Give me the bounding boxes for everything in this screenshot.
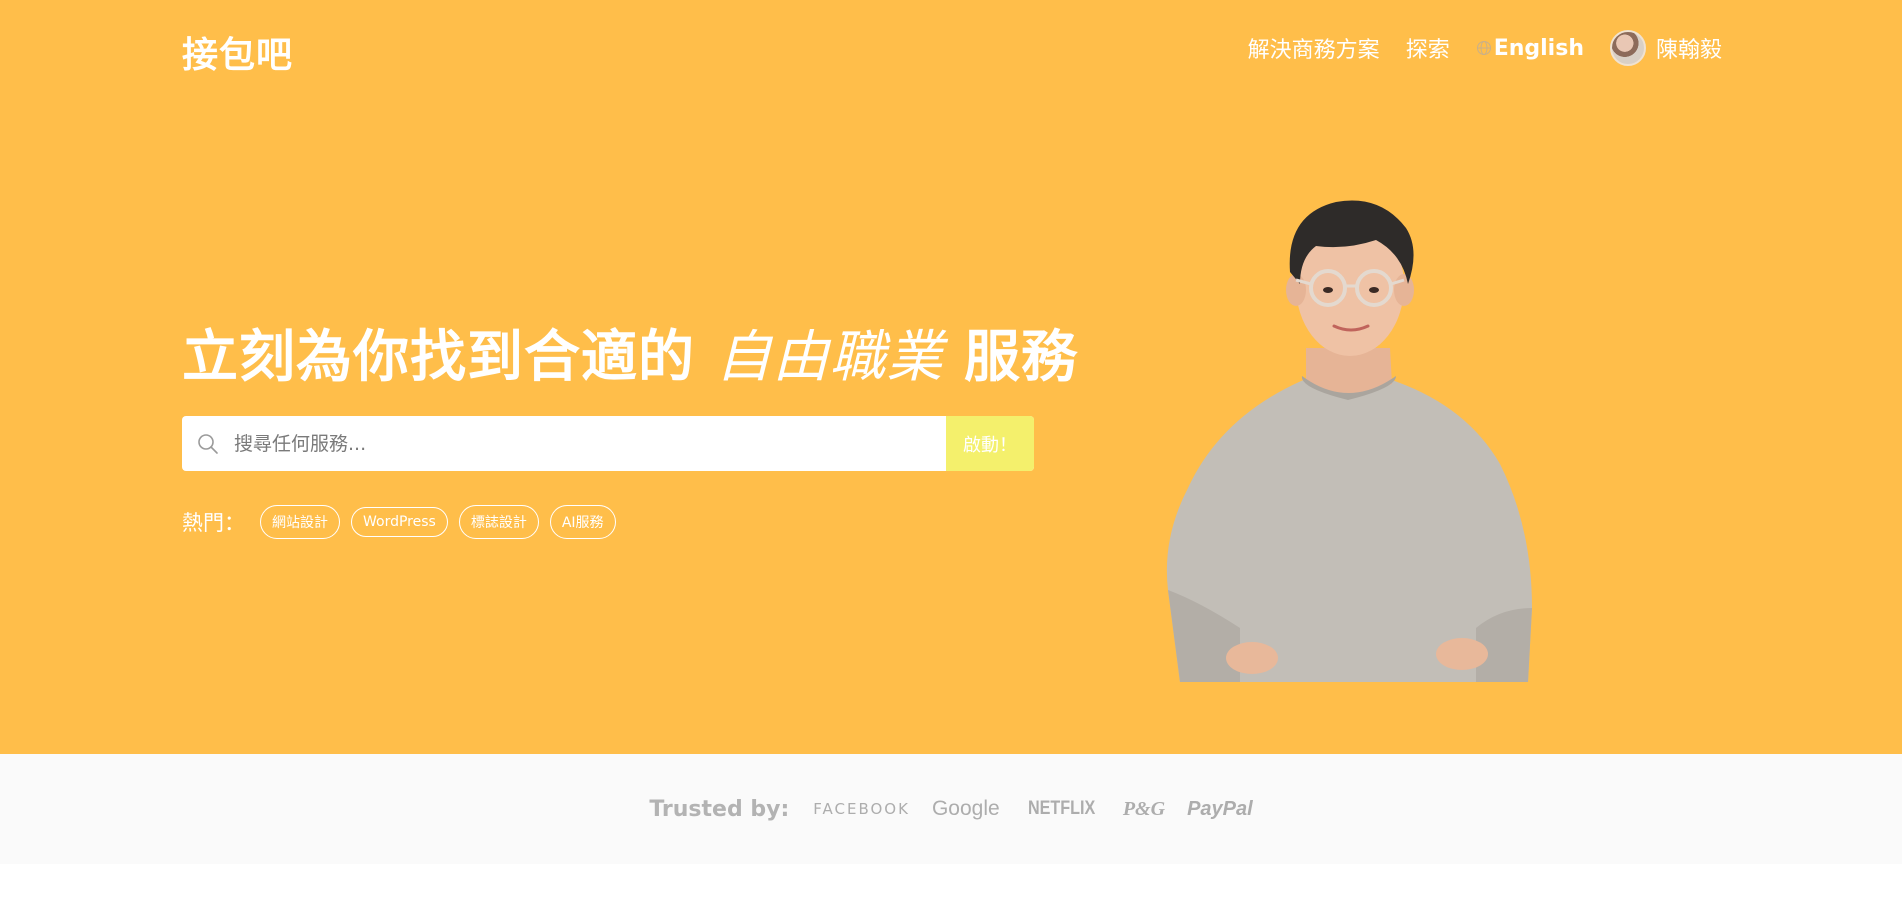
headline-accent: 自由職業 [715, 325, 944, 390]
nav-explore[interactable]: 探索 [1406, 32, 1450, 64]
popular-label: 熱門： [182, 511, 245, 535]
search-bar: 啟動！ [182, 416, 1034, 471]
headline-text-start: 立刻為你找到合適的 [182, 325, 716, 390]
hero-headline: 立刻為你找到合適的 自由職業 服務 [182, 312, 1078, 393]
top-nav: 解決商務方案 探索 English 陳翰毅 [1248, 30, 1722, 66]
brand-logo-pg: P&G [1122, 797, 1166, 820]
tag-logo-design[interactable]: 標誌設計 [458, 505, 539, 539]
search-input[interactable] [234, 416, 946, 471]
brand-logo-paypal: PayPal [1187, 797, 1253, 820]
globe-icon [1476, 41, 1491, 55]
popular-tags: 熱門： 網站設計 WordPress 標誌設計 AI服務 [182, 505, 616, 539]
brand-logo-google: Google [931, 797, 1000, 820]
tag-wordpress[interactable]: WordPress [351, 507, 448, 537]
trusted-label: Trusted by: [649, 796, 790, 822]
search-button[interactable]: 啟動！ [946, 416, 1034, 471]
avatar [1609, 30, 1646, 66]
user-menu[interactable]: 陳翰毅 [1609, 30, 1722, 66]
search-icon [182, 416, 234, 471]
language-switcher[interactable]: English [1476, 36, 1584, 61]
language-label: English [1493, 35, 1584, 61]
headline-text-end: 服務 [943, 325, 1078, 390]
hero-section: 接包吧 解決商務方案 探索 English 陳翰毅 立刻為你找到合適的 自由職業… [0, 0, 1902, 754]
tag-ai-services[interactable]: AI服務 [549, 505, 616, 539]
user-name: 陳翰毅 [1655, 38, 1722, 63]
hero-person-image [1166, 200, 1532, 682]
tag-web-design[interactable]: 網站設計 [260, 505, 340, 539]
site-logo[interactable]: 接包吧 [182, 26, 293, 78]
brand-logo-netflix: NETFLIX [1027, 798, 1095, 819]
brand-logo-facebook: FACEBOOK [813, 800, 910, 818]
nav-business-solutions[interactable]: 解決商務方案 [1248, 32, 1380, 64]
trusted-by-bar: Trusted by: FACEBOOK Google NETFLIX P&G … [0, 754, 1902, 864]
